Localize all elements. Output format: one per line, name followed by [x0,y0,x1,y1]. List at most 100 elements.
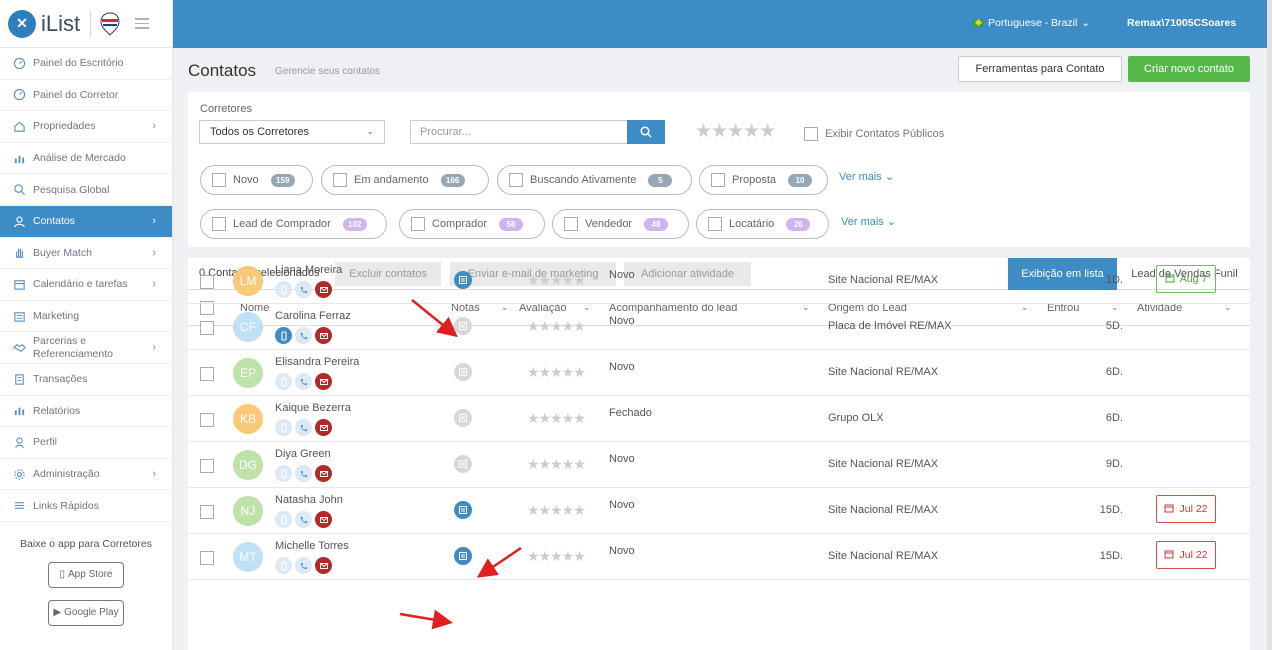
status-more-link[interactable]: Ver mais ⌄ [839,170,894,183]
email-icon[interactable] [315,557,332,574]
filter-chip[interactable]: Novo 159 [200,165,313,195]
row-checkbox[interactable] [200,413,214,427]
rating-stars[interactable]: ★★★★★ [527,457,586,471]
sidebar-item-painel-do-corretor[interactable]: Painel do Corretor [0,80,172,112]
contact-name[interactable]: Liana Moreira [275,264,342,276]
phone-call-icon[interactable] [295,557,312,574]
contact-name[interactable]: Elisandra Pereira [275,356,359,368]
search-input[interactable]: Procurar... [410,120,628,144]
filter-chip[interactable]: Buscando Ativamente 5 [497,165,692,195]
row-checkbox[interactable] [200,551,214,565]
chip-checkbox[interactable] [564,217,578,231]
sidebar-item-links-rapidos[interactable]: Links Rápidos [0,490,172,522]
mobile-phone-icon[interactable] [275,281,292,298]
search-button[interactable] [627,120,665,144]
mobile-phone-icon[interactable] [275,373,292,390]
sidebar-item-calendario-e-tarefas[interactable]: Calendário e tarefas › [0,269,172,301]
public-contacts-checkbox[interactable] [804,127,818,141]
note-icon[interactable] [454,363,472,381]
activity-badge[interactable]: Jul 22 [1156,541,1216,569]
rating-stars[interactable]: ★★★★★ [527,365,586,379]
rating-filter-stars[interactable]: ★★★★★ [695,122,776,141]
sidebar-item-transacoes[interactable]: Transações [0,364,172,396]
email-icon[interactable] [315,373,332,390]
sidebar-item-propriedades[interactable]: Propriedades › [0,111,172,143]
activity-badge[interactable]: Aug 7 [1156,265,1216,293]
row-checkbox[interactable] [200,505,214,519]
table-row[interactable]: EP Elisandra Pereira ★★★★★ Novo Site Naciona… [188,350,1250,396]
note-icon[interactable] [454,501,472,519]
note-icon[interactable] [454,547,472,565]
filter-chip[interactable]: Vendedor 48 [552,209,689,239]
chip-checkbox[interactable] [708,217,722,231]
google-play-button[interactable]: ▶ Google Play [48,599,124,626]
row-checkbox[interactable] [200,275,214,289]
email-icon[interactable] [315,281,332,298]
phone-call-icon[interactable] [295,327,312,344]
note-icon[interactable] [454,271,472,289]
row-checkbox[interactable] [200,459,214,473]
rating-stars[interactable]: ★★★★★ [527,273,586,287]
sidebar-item-perfil[interactable]: Perfil [0,427,172,459]
type-more-link[interactable]: Ver mais ⌄ [841,215,896,228]
phone-call-icon[interactable] [295,511,312,528]
sidebar-item-painel-do-escritorio[interactable]: Painel do Escritório [0,48,172,80]
sidebar-item-parcerias-e-referenciamento[interactable]: Parcerias e Referenciamento › [0,332,172,364]
page-scrollbar[interactable] [1267,0,1272,650]
table-row[interactable]: MT Michelle Torres ★★★★★ Novo Site Nacional … [188,534,1250,580]
phone-call-icon[interactable] [295,281,312,298]
mobile-phone-icon[interactable] [275,465,292,482]
email-icon[interactable] [315,511,332,528]
phone-call-icon[interactable] [295,373,312,390]
chip-checkbox[interactable] [212,217,226,231]
email-icon[interactable] [315,465,332,482]
sidebar-item-administracao[interactable]: Administração › [0,459,172,491]
sidebar-item-analise-de-mercado[interactable]: Análise de Mercado [0,143,172,175]
chip-checkbox[interactable] [411,217,425,231]
hamburger-menu-icon[interactable] [135,18,150,29]
chip-checkbox[interactable] [212,173,226,187]
rating-stars[interactable]: ★★★★★ [527,503,586,517]
contact-name[interactable]: Michelle Torres [275,540,349,552]
filter-chip[interactable]: Comprador 58 [399,209,545,239]
contact-name[interactable]: Diya Green [275,448,331,460]
brand-name[interactable]: iList [41,11,80,37]
contact-tools-button[interactable]: Ferramentas para Contato [958,56,1122,82]
sidebar-item-marketing[interactable]: Marketing [0,301,172,333]
table-row[interactable]: DG Diya Green ★★★★★ Novo Site Nacional RE/MA… [188,442,1250,488]
mobile-phone-icon[interactable] [275,327,292,344]
sidebar-item-contatos[interactable]: Contatos › [0,205,172,238]
note-icon[interactable] [454,409,472,427]
note-icon[interactable] [454,455,472,473]
sidebar-item-relatorios[interactable]: Relatórios [0,396,172,428]
user-menu[interactable]: Remax\71005CSoares [1127,17,1236,29]
mobile-phone-icon[interactable] [275,511,292,528]
create-contact-button[interactable]: Criar novo contato [1128,56,1250,82]
table-row[interactable]: KB Kaique Bezerra ★★★★★ Fechado Grupo OLX 6D. [188,396,1250,442]
contact-name[interactable]: Natasha John [275,494,343,506]
rating-stars[interactable]: ★★★★★ [527,411,586,425]
table-row[interactable]: NJ Natasha John ★★★★★ Novo Site Nacional RE/… [188,488,1250,534]
table-row[interactable]: CF Carolina Ferraz ★★★★★ Novo Placa de Imóve… [188,304,1250,350]
filter-chip[interactable]: Em andamento 166 [321,165,489,195]
sidebar-item-buyer-match[interactable]: Buyer Match › [0,238,172,270]
chip-checkbox[interactable] [333,173,347,187]
filter-chip[interactable]: Proposta 10 [699,165,828,195]
contact-name[interactable]: Kaique Bezerra [275,402,351,414]
row-checkbox[interactable] [200,321,214,335]
note-icon[interactable] [454,317,472,335]
row-checkbox[interactable] [200,367,214,381]
app-store-button[interactable]: ▯ App Store [48,561,124,588]
mobile-phone-icon[interactable] [275,419,292,436]
email-icon[interactable] [315,327,332,344]
filter-chip[interactable]: Lead de Comprador 102 [200,209,387,239]
ilist-logo-icon[interactable]: ✕ [8,9,36,38]
chip-checkbox[interactable] [509,173,523,187]
activity-badge[interactable]: Jul 22 [1156,495,1216,523]
rating-stars[interactable]: ★★★★★ [527,319,586,333]
filter-chip[interactable]: Locatário 26 [696,209,829,239]
mobile-phone-icon[interactable] [275,557,292,574]
contact-name[interactable]: Carolina Ferraz [275,310,351,322]
table-row[interactable]: LM Liana Moreira ★★★★★ Novo Site Nacional RE… [188,258,1250,304]
sidebar-item-pesquisa-global[interactable]: Pesquisa Global [0,174,172,206]
